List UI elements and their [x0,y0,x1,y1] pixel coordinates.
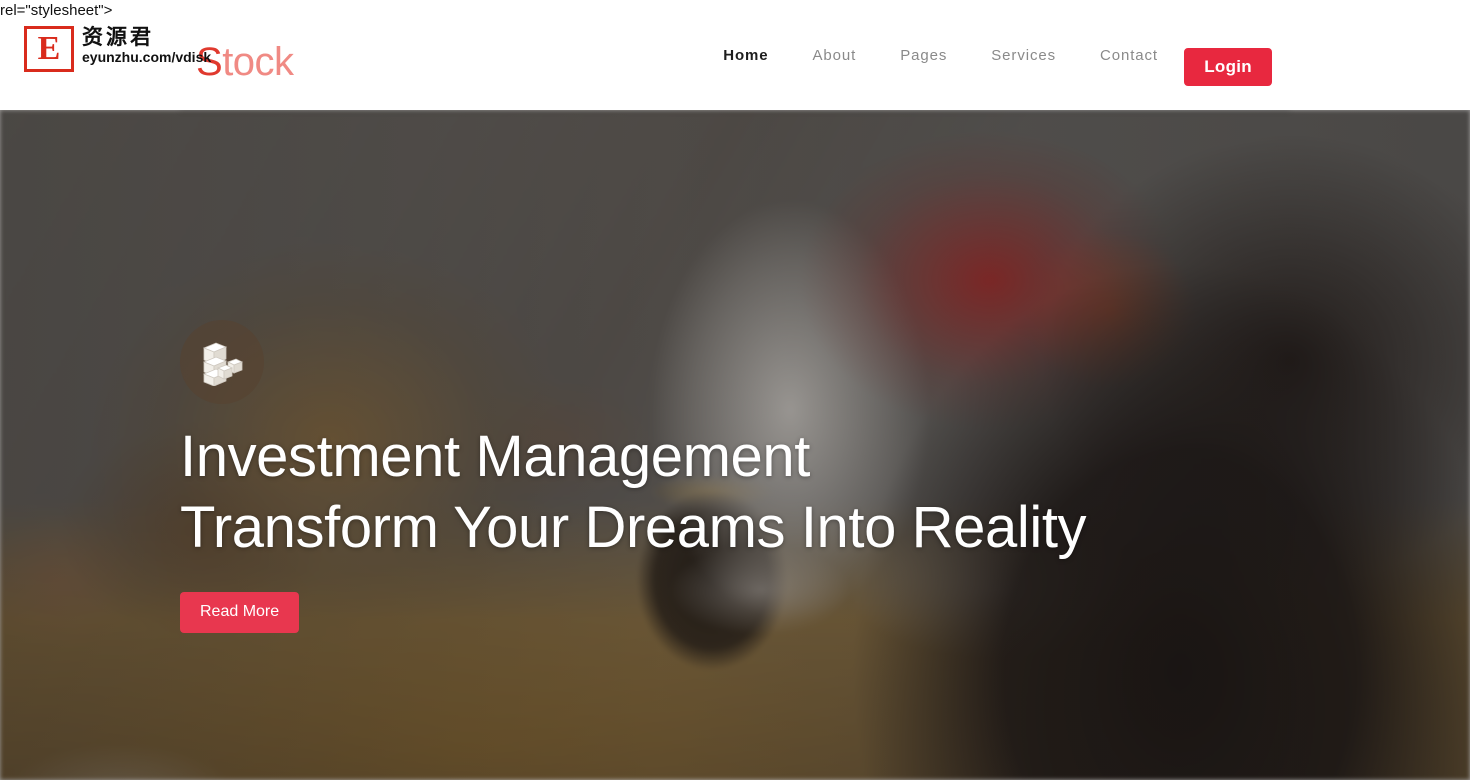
brand-first-letter: S [196,40,223,84]
hero-title-line-2: Transform Your Dreams Into Reality [180,494,1087,560]
read-more-button[interactable]: Read More [180,591,300,633]
brand-logo[interactable]: Stock [196,42,294,82]
raw-code-text: rel="stylesheet"> [0,2,113,19]
header-inner: Stock Home About Pages Services Contact … [0,0,1470,110]
nav-item-about[interactable]: About [791,41,879,70]
stacked-cubes-icon [196,334,248,391]
hero-content: Investment Management Transform Your Dre… [180,320,1180,633]
nav-item-contact[interactable]: Contact [1078,41,1180,70]
hero-title-line-1: Investment Management [180,424,810,489]
page-root: Investment Management Transform Your Dre… [0,0,1470,780]
brand-rest: tock [222,40,294,84]
brand-wordmark: Stock [196,42,294,82]
nav-item-pages[interactable]: Pages [878,41,969,70]
nav-item-services[interactable]: Services [969,41,1078,70]
hero-section: Investment Management Transform Your Dre… [0,110,1470,780]
hero-badge-circle [180,320,264,404]
nav-item-home[interactable]: Home [701,41,790,70]
login-button[interactable]: Login [1184,48,1272,86]
main-nav: Home About Pages Services Contact [701,0,1180,110]
site-header: Stock Home About Pages Services Contact … [0,0,1470,110]
